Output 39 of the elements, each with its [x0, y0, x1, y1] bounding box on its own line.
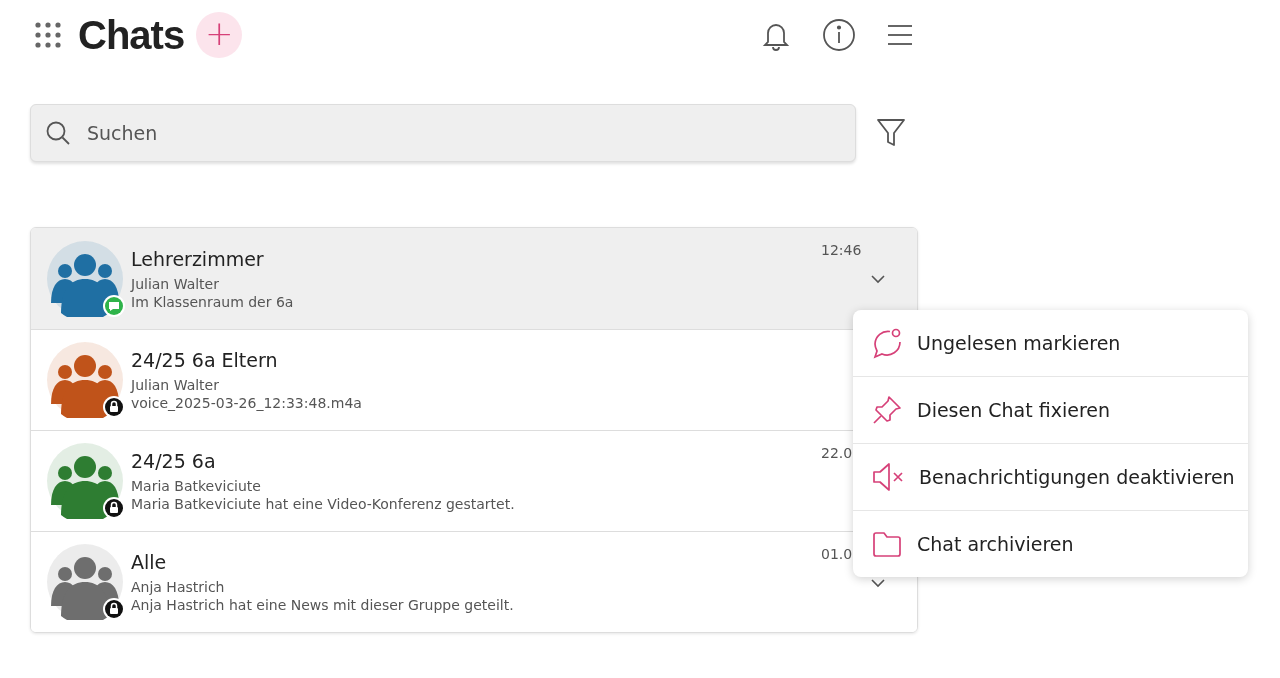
- chevron-down-icon[interactable]: [871, 275, 885, 284]
- chat-name: Lehrerzimmer: [131, 247, 265, 270]
- menu-icon[interactable]: [886, 23, 914, 47]
- timestamp: 22.0: [821, 445, 853, 462]
- lock-badge-icon: [103, 396, 125, 418]
- chat-list-item[interactable]: Lehrerzimmer Julian Walter Im Klassenraum der 6a 12:46: [31, 228, 917, 329]
- chat-badge-icon: [103, 294, 125, 317]
- menu-item[interactable]: Chat archivieren: [853, 510, 1248, 577]
- sender-name: Julian Walter: [131, 275, 220, 292]
- filter-icon[interactable]: [876, 117, 906, 149]
- timestamp: 12:46: [821, 242, 862, 259]
- lock-badge-icon: [103, 598, 125, 620]
- lock-badge-icon: [103, 497, 125, 519]
- search-field[interactable]: Suchen: [30, 104, 856, 162]
- message-preview: voice_2025-03-26_12:33:48.m4a: [131, 395, 363, 411]
- sender-name: Anja Hastrich: [131, 579, 226, 595]
- apps-grid-icon[interactable]: [34, 21, 62, 49]
- search-icon: [45, 120, 71, 146]
- info-icon[interactable]: [822, 18, 856, 52]
- chat-list-item[interactable]: Alle Anja Hastrich Anja Hastrich hat eine News mit dieser Gruppe geteilt. 01.0: [31, 531, 917, 632]
- message-preview: Im Klassenraum der 6a: [131, 293, 295, 310]
- message-preview: Anja Hastrich hat eine News mit dieser Gruppe geteilt.: [131, 597, 515, 613]
- menu-item[interactable]: Diesen Chat fixieren: [853, 376, 1248, 443]
- add-chat-button[interactable]: +: [196, 12, 243, 58]
- pin-icon: [871, 394, 903, 426]
- chat-name: Alle: [131, 551, 168, 573]
- folder-icon: [871, 530, 903, 558]
- speaker-muted-icon: [871, 461, 905, 493]
- sender-name: Julian Walter: [131, 377, 220, 393]
- chat-name: 24/25 6a Eltern: [131, 349, 279, 371]
- chevron-down-icon[interactable]: [871, 579, 885, 588]
- sender-name: Maria Batkeviciute: [131, 478, 262, 494]
- page-title: Chats: [78, 12, 185, 58]
- chat-name: 24/25 6a: [131, 450, 217, 472]
- speech-bubble-icon: [871, 327, 903, 359]
- timestamp: 01.0: [821, 546, 853, 563]
- message-preview: Maria Batkeviciute hat eine Video-Konferenz gestartet.: [131, 496, 516, 512]
- menu-item[interactable]: Benachrichtigungen deaktivieren: [853, 443, 1248, 510]
- search-input[interactable]: Suchen: [85, 121, 855, 145]
